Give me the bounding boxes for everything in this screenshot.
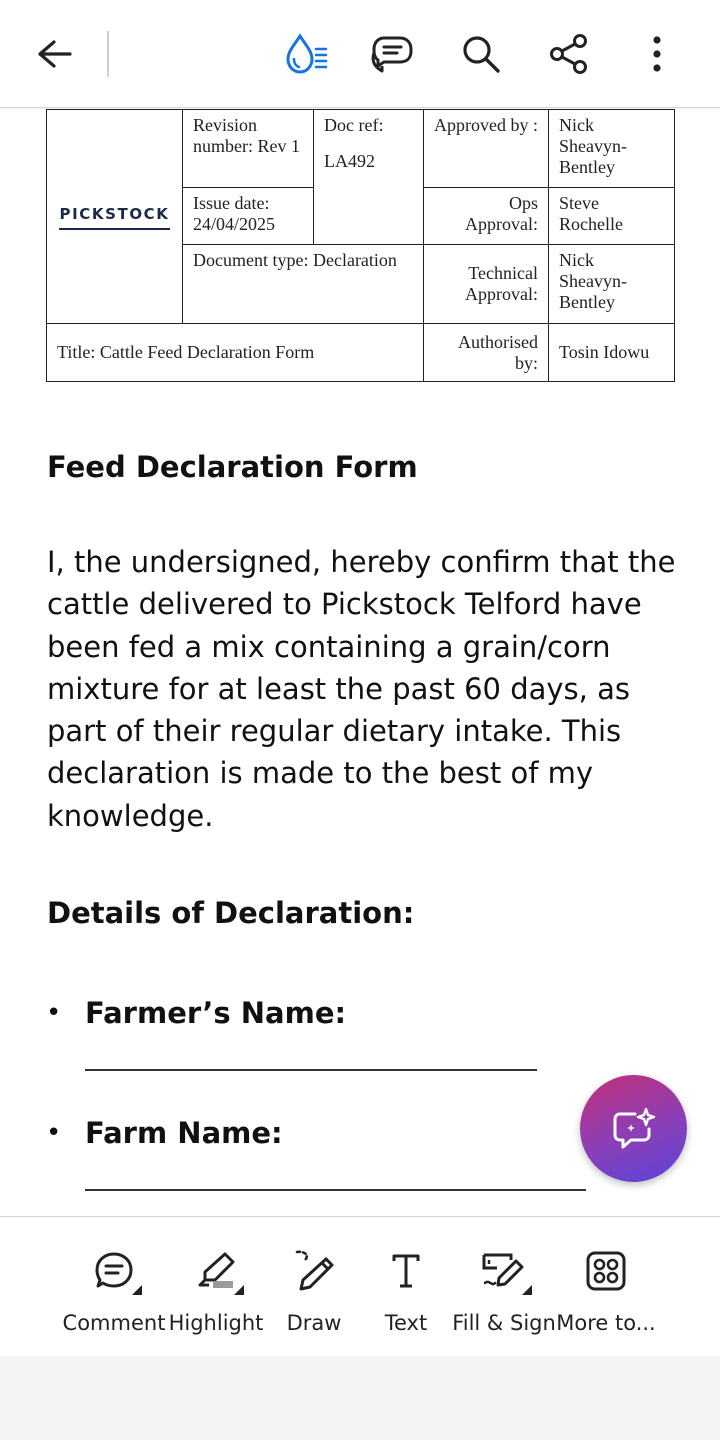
tool-text[interactable]: Text	[372, 1217, 440, 1357]
draw-icon	[288, 1249, 340, 1293]
farm-name-line[interactable]	[85, 1189, 586, 1191]
toolbar-divider	[107, 31, 109, 77]
authorised-by-label: Authorised by:	[423, 323, 549, 382]
back-arrow-icon[interactable]	[30, 30, 78, 78]
ai-assistant-icon	[613, 1107, 655, 1148]
document-title: Title: Cattle Feed Declaration Form	[46, 323, 424, 382]
doc-ref-label: Doc ref:	[324, 115, 384, 135]
pdf-document-view[interactable]: PICKSTOCK Revision number: Rev 1 Doc ref…	[0, 109, 720, 1216]
farm-name-label: Farm Name:	[85, 1116, 283, 1150]
declaration-paragraph: I, the undersigned, hereby confirm that …	[47, 545, 676, 833]
tool-label: Fill & Sign	[452, 1311, 556, 1335]
form-heading: Feed Declaration Form	[47, 450, 418, 484]
more-vertical-icon[interactable]	[633, 30, 681, 78]
bullet-marker: •	[46, 1118, 62, 1148]
tool-fill-sign[interactable]: Fill & Sign	[452, 1217, 556, 1357]
bottom-toolbar: Comment Highlight Draw Text Fill & Sign …	[0, 1216, 720, 1356]
liquid-mode-icon[interactable]	[282, 30, 330, 78]
search-icon[interactable]	[457, 30, 505, 78]
pickstock-logo: PICKSTOCK	[59, 204, 170, 230]
authorised-by-value: Tosin Idowu	[548, 323, 675, 382]
technical-approval-label: Technical Approval:	[423, 244, 549, 324]
tool-label: Text	[384, 1311, 428, 1335]
tool-options-indicator	[132, 1285, 142, 1295]
tool-highlight[interactable]: Highlight	[166, 1217, 266, 1357]
tool-label: Comment	[62, 1311, 166, 1335]
tool-options-indicator	[522, 1285, 532, 1295]
tool-comment[interactable]: Comment	[62, 1217, 166, 1357]
approved-by-label: Approved by :	[423, 109, 549, 188]
more-tools-icon	[580, 1249, 632, 1293]
top-app-bar	[0, 0, 720, 108]
ops-approval-value: Steve Rochelle	[548, 187, 675, 245]
fill-sign-icon	[478, 1249, 532, 1295]
doc-ref-value: LA492	[324, 151, 375, 171]
ai-assistant-button[interactable]	[580, 1075, 687, 1182]
tool-more[interactable]: More to...	[554, 1217, 658, 1357]
logo-cell: PICKSTOCK	[46, 109, 183, 324]
text-icon	[380, 1249, 432, 1293]
tool-label: Highlight	[168, 1311, 264, 1335]
approved-by-value: Nick Sheavyn-Bentley	[548, 109, 675, 188]
share-icon[interactable]	[545, 30, 593, 78]
bullet-marker: •	[46, 998, 62, 1028]
system-navigation-area	[0, 1356, 720, 1440]
tool-draw[interactable]: Draw	[274, 1217, 354, 1357]
revision-number: Revision number: Rev 1	[182, 109, 314, 188]
tool-label: More to...	[556, 1311, 656, 1335]
doc-ref-cell: Doc ref: LA492	[313, 109, 424, 245]
comment-icon	[88, 1249, 142, 1295]
ops-approval-label: Ops Approval:	[423, 187, 549, 245]
document-header-table: PICKSTOCK Revision number: Rev 1 Doc ref…	[46, 109, 675, 382]
document-type: Document type: Declaration	[182, 244, 424, 324]
technical-approval-value: Nick Sheavyn-Bentley	[548, 244, 675, 324]
farmer-name-line[interactable]	[85, 1069, 537, 1071]
details-heading: Details of Declaration:	[47, 896, 415, 930]
issue-date: Issue date: 24/04/2025	[182, 187, 314, 245]
farmer-name-label: Farmer’s Name:	[85, 996, 347, 1030]
comments-icon[interactable]	[368, 30, 416, 78]
tool-options-indicator	[234, 1285, 244, 1295]
tool-label: Draw	[286, 1311, 342, 1335]
highlight-icon	[190, 1249, 244, 1295]
